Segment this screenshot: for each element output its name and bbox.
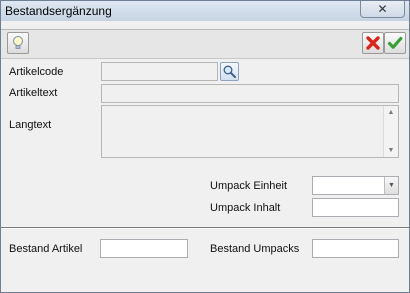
scroll-up-icon[interactable]: ▲: [384, 109, 398, 116]
umpack-einheit-select[interactable]: ▼: [312, 176, 399, 195]
artikeltext-label: Artikeltext: [9, 87, 58, 99]
toolbar: [1, 29, 409, 59]
magnifier-icon: [223, 65, 236, 78]
lightbulb-icon: [13, 36, 23, 49]
artikelcode-label: Artikelcode: [9, 66, 64, 78]
dialog-window: Bestandsergänzung ✕ Artikelcode Artikelt…: [0, 0, 410, 293]
divider: [1, 227, 409, 229]
artikelcode-field[interactable]: [101, 62, 218, 81]
red-x-icon: [366, 36, 380, 50]
bestand-umpacks-field[interactable]: [312, 239, 399, 258]
langtext-textarea[interactable]: ▲ ▼: [101, 105, 399, 158]
scroll-down-icon[interactable]: ▼: [384, 147, 398, 154]
close-icon: ✕: [377, 2, 388, 16]
close-button[interactable]: ✕: [360, 1, 405, 18]
title-bar[interactable]: Bestandsergänzung ✕: [1, 1, 409, 21]
help-button[interactable]: [7, 32, 29, 54]
umpack-inhalt-label: Umpack Inhalt: [210, 202, 281, 214]
bestand-umpacks-label: Bestand Umpacks: [210, 243, 300, 255]
langtext-scrollbar[interactable]: ▲ ▼: [383, 106, 398, 157]
umpack-einheit-label: Umpack Einheit: [210, 180, 288, 192]
chevron-down-icon[interactable]: ▼: [384, 177, 398, 194]
artikeltext-field[interactable]: [101, 84, 399, 103]
umpack-inhalt-field[interactable]: [312, 198, 399, 217]
green-check-icon: [387, 36, 403, 49]
bestand-artikel-field[interactable]: [100, 239, 188, 258]
langtext-label: Langtext: [9, 119, 52, 131]
bestand-artikel-label: Bestand Artikel: [9, 243, 83, 255]
ok-button[interactable]: [384, 32, 406, 54]
window-title: Bestandsergänzung: [5, 4, 112, 18]
search-button[interactable]: [220, 62, 239, 81]
cancel-button[interactable]: [362, 32, 384, 54]
